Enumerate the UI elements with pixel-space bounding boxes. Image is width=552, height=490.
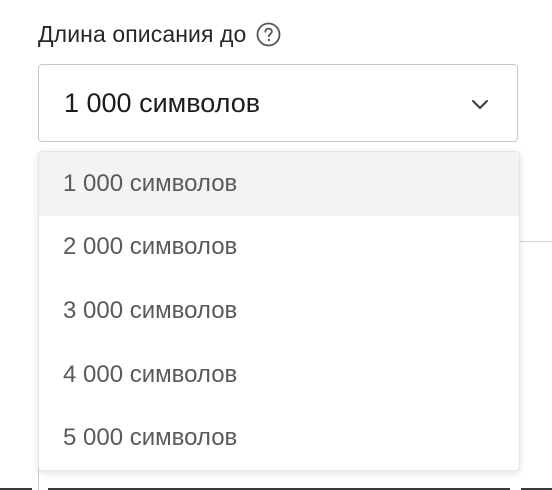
field-label: Длина описания до [38,16,281,52]
length-dropdown-menu: 1 000 символов 2 000 символов 3 000 симв… [38,151,520,471]
dropdown-option[interactable]: 2 000 символов [39,216,519,280]
chevron-down-icon [469,93,491,115]
select-current-value: 1 000 символов [64,87,261,118]
dropdown-option[interactable]: 3 000 символов [39,279,519,343]
dropdown-option[interactable]: 4 000 символов [39,343,519,407]
dropdown-option[interactable]: 1 000 символов [39,152,519,216]
background-divider [520,241,552,242]
field-label-text: Длина описания до [38,20,247,47]
question-circle-icon[interactable] [256,22,281,47]
length-select[interactable]: 1 000 символов [38,64,518,142]
dropdown-option[interactable]: 5 000 символов [39,406,519,470]
